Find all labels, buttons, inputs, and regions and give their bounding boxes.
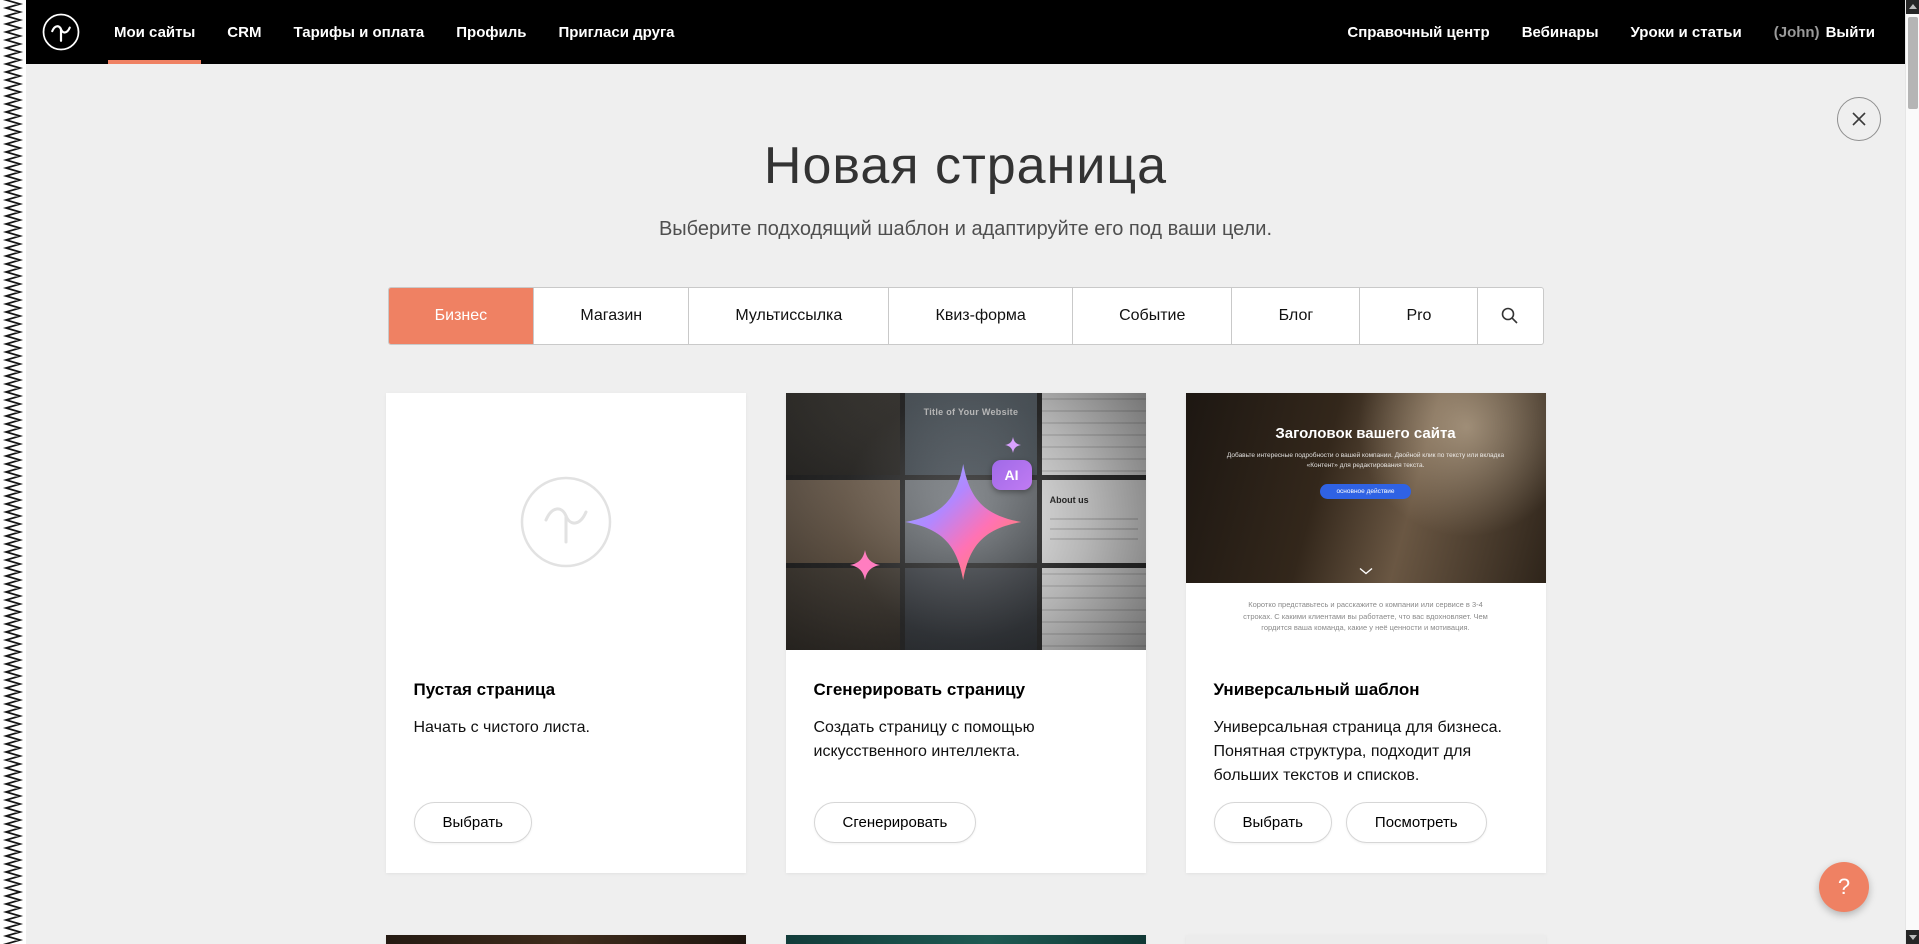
template-card-universal: Заголовок вашего сайта Добавьте интересн…: [1186, 393, 1546, 873]
preview-subheading: Добавьте интересные подробности о вашей …: [1225, 451, 1506, 472]
tab-business[interactable]: Бизнес: [389, 288, 535, 344]
card-body: Пустая страница Начать с чистого листа. …: [386, 650, 746, 873]
tab-shop[interactable]: Магазин: [534, 288, 689, 344]
preview-cta-button: основное действие: [1320, 484, 1410, 499]
card-description: Создать страницу с помощью искусственног…: [814, 716, 1118, 764]
template-thumbnail: [386, 935, 746, 944]
template-grid-row-2: [386, 935, 1546, 944]
top-navbar: Мои сайты CRM Тарифы и оплата Профиль Пр…: [26, 0, 1919, 64]
card-body: Универсальный шаблон Универсальная стран…: [1186, 650, 1546, 873]
template-card-blank: Пустая страница Начать с чистого листа. …: [386, 393, 746, 873]
generate-button[interactable]: Сгенерировать: [814, 802, 977, 843]
preview-universal-button[interactable]: Посмотреть: [1346, 802, 1487, 843]
template-card-partial[interactable]: [386, 935, 746, 944]
preview-paragraph: Коротко представьтесь и расскажите о ком…: [1236, 599, 1495, 634]
tab-quiz-form[interactable]: Квиз-форма: [889, 288, 1073, 344]
ai-generate-preview: Title of Your Website About us: [786, 393, 1146, 650]
tilda-logo-icon: [40, 11, 82, 53]
tab-multilink[interactable]: Мультиссылка: [689, 288, 889, 344]
page-title: Новая страница: [26, 136, 1905, 196]
nav-item-help-center[interactable]: Справочный центр: [1331, 0, 1505, 64]
template-card-partial[interactable]: [786, 935, 1146, 944]
tab-pro[interactable]: Pro: [1360, 288, 1478, 344]
nav-item-my-sites[interactable]: Мои сайты: [98, 0, 211, 64]
card-body: Сгенерировать страницу Создать страницу …: [786, 650, 1146, 873]
ai-badge: AI: [992, 460, 1032, 490]
help-button[interactable]: ?: [1819, 862, 1869, 912]
card-title: Пустая страница: [414, 680, 718, 700]
template-thumbnail: [1186, 935, 1546, 944]
scrollbar-down-arrow[interactable]: [1906, 930, 1919, 944]
tilda-logo[interactable]: [40, 11, 82, 53]
template-card-partial[interactable]: [1186, 935, 1546, 944]
choose-universal-button[interactable]: Выбрать: [1214, 802, 1332, 843]
card-actions: Выбрать: [414, 802, 718, 843]
template-grid: Пустая страница Начать с чистого листа. …: [386, 393, 1546, 873]
tab-event[interactable]: Событие: [1073, 288, 1233, 344]
template-card-ai-generate: Title of Your Website About us: [786, 393, 1146, 873]
nav-item-tariffs[interactable]: Тарифы и оплата: [277, 0, 440, 64]
card-actions: Выбрать Посмотреть: [1214, 802, 1518, 843]
tab-search[interactable]: [1478, 288, 1542, 344]
nav-item-logout[interactable]: (John) Выйти: [1758, 0, 1891, 64]
nav-item-invite-friend[interactable]: Пригласи друга: [542, 0, 690, 64]
scrollbar-thumb[interactable]: [1908, 17, 1918, 109]
card-description: Универсальная страница для бизнеса. Поня…: [1214, 716, 1518, 788]
navbar-right-menu: Справочный центр Вебинары Уроки и статьи…: [1331, 0, 1891, 64]
vertical-scrollbar[interactable]: [1905, 0, 1919, 944]
card-actions: Сгенерировать: [814, 802, 1118, 843]
universal-template-preview: Заголовок вашего сайта Добавьте интересн…: [1186, 393, 1546, 650]
scrollbar-up-arrow[interactable]: [1906, 0, 1919, 14]
search-icon: [1500, 306, 1520, 326]
preview-body-section: Коротко представьтесь и расскажите о ком…: [1186, 583, 1546, 650]
close-icon: [1850, 110, 1868, 128]
nav-item-profile[interactable]: Профиль: [440, 0, 542, 64]
template-category-tabs: Бизнес Магазин Мультиссылка Квиз-форма С…: [388, 287, 1544, 345]
navbar-left-menu: Мои сайты CRM Тарифы и оплата Профиль Пр…: [98, 0, 691, 64]
nav-item-webinars[interactable]: Вебинары: [1506, 0, 1615, 64]
tiny-sparkle-icon: [1004, 436, 1022, 454]
main-content: Новая страница Выберите подходящий шабло…: [26, 64, 1905, 944]
close-button[interactable]: [1837, 97, 1881, 141]
card-title: Сгенерировать страницу: [814, 680, 1118, 700]
nav-item-lessons[interactable]: Уроки и статьи: [1615, 0, 1758, 64]
preview-hero-section: Заголовок вашего сайта Добавьте интересн…: [1186, 393, 1546, 583]
preview-heading: Заголовок вашего сайта: [1275, 425, 1455, 442]
card-description: Начать с чистого листа.: [414, 716, 718, 740]
template-thumbnail: [786, 935, 1146, 944]
zigzag-edge-decoration: [0, 0, 26, 944]
user-name: (John): [1774, 24, 1820, 41]
blank-page-preview: [386, 393, 746, 650]
tilda-watermark-icon: [518, 474, 614, 570]
chevron-down-icon: [1358, 567, 1374, 575]
logout-label: Выйти: [1826, 24, 1875, 41]
card-title: Универсальный шаблон: [1214, 680, 1518, 700]
nav-item-crm[interactable]: CRM: [211, 0, 277, 64]
choose-blank-button[interactable]: Выбрать: [414, 802, 532, 843]
tab-blog[interactable]: Блог: [1232, 288, 1360, 344]
page-subtitle: Выберите подходящий шаблон и адаптируйте…: [26, 218, 1905, 241]
small-sparkle-icon: [848, 548, 882, 582]
